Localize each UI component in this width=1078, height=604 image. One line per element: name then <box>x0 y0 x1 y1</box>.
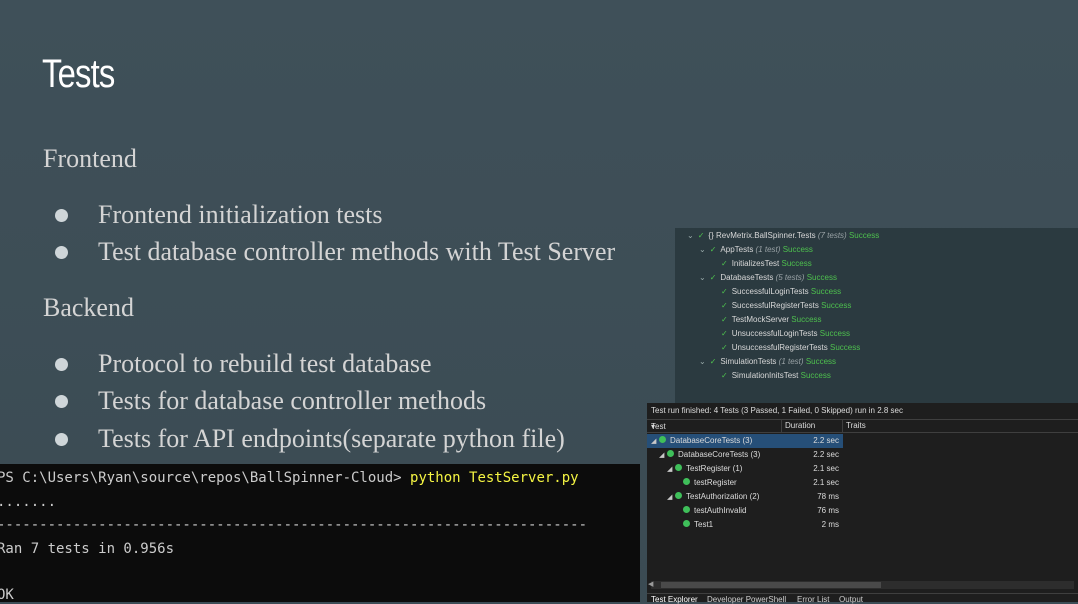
chevron-down-icon: ⌄ <box>699 273 706 282</box>
column-divider[interactable] <box>781 419 782 433</box>
chevron-down-icon: ⌄ <box>699 245 706 254</box>
passed-icon <box>675 492 682 500</box>
test-explorer-panel: Test run finished: 4 Tests (3 Passed, 1 … <box>647 403 1078 604</box>
sort-down-icon: ▾ <box>651 422 656 431</box>
table-row[interactable]: Test1 2 ms <box>647 518 843 532</box>
check-icon: ✓ <box>697 231 705 240</box>
bullet-text: Tests for API endpoints(separate python … <box>98 424 565 453</box>
tree-row[interactable]: ✓ SuccessfulLoginTests Success <box>721 287 841 297</box>
bullet-dot <box>55 432 68 446</box>
passed-icon <box>675 464 682 472</box>
bullet-text: Tests for database controller methods <box>98 386 487 415</box>
table-row[interactable]: ◢ TestAuthorization (2) 78 ms <box>647 490 843 504</box>
terminal-command-line: PS C:\Users\Ryan\source\repos\BallSpinne… <box>0 470 579 486</box>
bullet-dot <box>55 208 68 222</box>
bullet-text: Protocol to rebuild test database <box>98 349 432 378</box>
column-header-duration[interactable]: Duration <box>785 421 815 430</box>
check-icon: ✓ <box>709 273 717 282</box>
tab-error-list[interactable]: Error List <box>797 595 829 604</box>
tree-row[interactable]: ✓ SimulationInitsTest Success <box>721 371 831 381</box>
table-row[interactable]: testAuthInvalid 76 ms <box>647 504 843 518</box>
table-row[interactable]: ◢ TestRegister (1) 2.1 sec <box>647 462 843 476</box>
check-icon: ✓ <box>721 371 728 380</box>
tab-developer-powershell[interactable]: Developer PowerShell <box>707 595 786 604</box>
bullet-item: Tests for API endpoints(separate python … <box>55 424 565 454</box>
tree-row[interactable]: ✓ InitializesTest Success <box>721 259 812 269</box>
horizontal-scrollbar[interactable]: ◀ <box>648 580 1074 589</box>
check-icon: ✓ <box>709 245 717 254</box>
passed-icon <box>683 506 690 514</box>
table-row[interactable]: testRegister 2.1 sec <box>647 476 843 490</box>
chevron-down-icon: ⌄ <box>687 231 694 240</box>
tree-row[interactable]: ✓ TestMockServer Success <box>721 315 822 325</box>
bullet-item: Protocol to rebuild test database <box>55 349 432 379</box>
powershell-terminal[interactable]: PS C:\Users\Ryan\source\repos\BallSpinne… <box>0 464 640 603</box>
tree-row[interactable]: ⌄ ✓{} RevMetrix.BallSpinner.Tests (7 test… <box>687 231 879 241</box>
bullet-dot <box>55 357 68 371</box>
tab-test-explorer[interactable]: Test Explorer <box>651 595 698 604</box>
tree-row[interactable]: ⌄ ✓ SimulationTests (1 test) Success <box>699 357 836 367</box>
expand-triangle-icon[interactable]: ◢ <box>667 491 675 505</box>
scroll-left-icon[interactable]: ◀ <box>648 580 653 588</box>
check-icon: ✓ <box>721 343 728 352</box>
tab-output[interactable]: Output <box>839 595 863 604</box>
tree-row[interactable]: ✓ UnsuccessfulRegisterTests Success <box>721 343 860 353</box>
slide-title: Tests <box>42 52 115 96</box>
terminal-separator: ----------------------------------------… <box>0 517 588 533</box>
bullet-item: Test database controller methods with Te… <box>55 237 615 267</box>
test-tree-panel: ⌄ ✓{} RevMetrix.BallSpinner.Tests (7 test… <box>675 228 1078 403</box>
check-icon: ✓ <box>709 357 717 366</box>
passed-icon <box>659 436 666 444</box>
check-icon: ✓ <box>721 287 728 296</box>
terminal-output-dots: ....... <box>0 494 57 510</box>
tree-row[interactable]: ✓ UnsuccessfulLoginTests Success <box>721 329 850 339</box>
frontend-heading: Frontend <box>43 144 137 173</box>
bullet-item: Frontend initialization tests <box>55 200 383 230</box>
passed-icon <box>667 450 674 458</box>
bottom-tab-bar: Test Explorer Developer PowerShell Error… <box>647 593 1078 604</box>
column-divider[interactable] <box>842 419 843 433</box>
column-header-row: Test ▾ Duration Traits <box>647 419 1078 433</box>
tree-row[interactable]: ⌄ ✓ AppTests (1 test) Success <box>699 245 813 255</box>
terminal-status: OK <box>0 587 14 603</box>
expand-triangle-icon[interactable]: ◢ <box>667 463 675 477</box>
expand-triangle-icon[interactable]: ◢ <box>659 449 667 463</box>
backend-heading: Backend <box>43 293 134 322</box>
bullet-text: Frontend initialization tests <box>98 200 383 229</box>
check-icon: ✓ <box>721 259 728 268</box>
bullet-item: Tests for database controller methods <box>55 386 486 416</box>
check-icon: ✓ <box>721 301 728 310</box>
check-icon: ✓ <box>721 329 728 338</box>
bullet-text: Test database controller methods with Te… <box>98 237 616 266</box>
passed-icon <box>683 478 690 486</box>
chevron-down-icon: ⌄ <box>699 357 706 366</box>
table-row[interactable]: ◢ DatabaseCoreTests (3) 2.2 sec <box>647 434 843 448</box>
column-header-traits[interactable]: Traits <box>846 421 866 430</box>
bullet-dot <box>55 394 68 408</box>
tree-row[interactable]: ⌄ ✓ DatabaseTests (5 tests) Success <box>699 273 837 283</box>
test-run-summary: Test run finished: 4 Tests (3 Passed, 1 … <box>651 406 903 415</box>
check-icon: ✓ <box>721 315 728 324</box>
table-row[interactable]: ◢ DatabaseCoreTests (3) 2.2 sec <box>647 448 843 462</box>
scrollbar-thumb[interactable] <box>661 582 881 588</box>
terminal-result: Ran 7 tests in 0.956s <box>0 541 175 557</box>
tree-row[interactable]: ✓ SuccessfulRegisterTests Success <box>721 301 851 311</box>
expand-triangle-icon[interactable]: ◢ <box>651 435 659 449</box>
bullet-dot <box>55 245 68 259</box>
passed-icon <box>683 520 690 528</box>
